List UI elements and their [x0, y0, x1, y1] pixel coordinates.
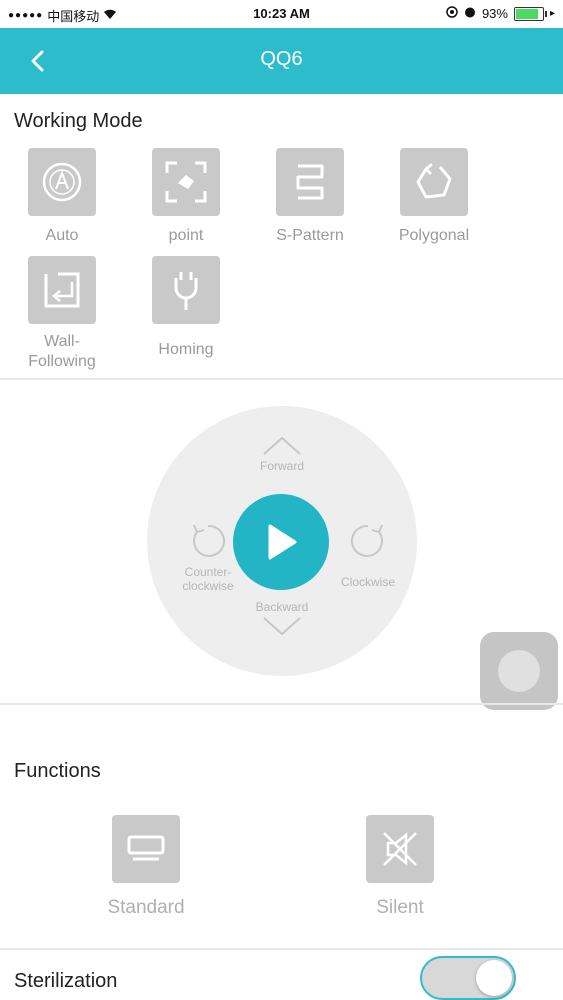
- mode-label: Wall- Following: [28, 333, 96, 370]
- chevron-up-icon: [263, 436, 301, 455]
- standard-icon: [112, 815, 180, 883]
- mode-polygonal[interactable]: Polygonal: [379, 148, 489, 246]
- point-icon: [152, 148, 220, 216]
- homing-icon: [152, 256, 220, 324]
- wall-following-icon: [28, 256, 96, 324]
- toggle-knob: [476, 960, 512, 996]
- mode-label: Auto: [45, 227, 79, 244]
- status-right: 93% ▸: [446, 6, 555, 21]
- clockwise-label: Clockwise: [340, 575, 395, 589]
- forward-label: Forward: [259, 459, 304, 473]
- assistive-touch-button[interactable]: [480, 632, 558, 710]
- silent-icon: [366, 815, 434, 883]
- backward-button[interactable]: Backward: [240, 600, 324, 639]
- rotate-left-icon: [193, 524, 226, 557]
- chevron-down-icon: [263, 617, 301, 636]
- mode-auto[interactable]: Auto: [7, 148, 117, 246]
- divider: [0, 948, 563, 950]
- location-icon: [446, 6, 458, 21]
- assistive-touch-icon: [498, 650, 540, 692]
- working-mode-title: Working Mode: [14, 110, 143, 132]
- mode-wall-following[interactable]: Wall- Following: [7, 256, 117, 372]
- play-icon: [268, 524, 297, 560]
- s-pattern-icon: [276, 148, 344, 216]
- mode-label: Homing: [158, 341, 214, 358]
- play-button[interactable]: [233, 494, 329, 590]
- functions-title: Functions: [14, 760, 101, 782]
- counterclockwise-label: Counter- clockwise: [182, 565, 234, 593]
- mode-label: point: [168, 227, 204, 244]
- battery-percent: 93%: [481, 6, 508, 21]
- mode-point[interactable]: point: [131, 148, 241, 246]
- mode-label: S-Pattern: [276, 227, 344, 244]
- mode-label: Polygonal: [398, 227, 470, 244]
- sterilization-toggle[interactable]: [420, 956, 516, 1000]
- battery-icon: [513, 6, 547, 21]
- sterilization-title: Sterilization: [14, 970, 118, 992]
- battery-fill: [515, 8, 539, 19]
- divider: [0, 378, 563, 380]
- function-label: Silent: [376, 897, 424, 918]
- mode-s-pattern[interactable]: S-Pattern: [255, 148, 365, 246]
- divider: [0, 703, 563, 705]
- clockwise-button[interactable]: Clockwise: [324, 520, 412, 589]
- function-silent[interactable]: Silent: [330, 815, 470, 919]
- alarm-icon: [464, 6, 476, 21]
- backward-label: Backward: [255, 600, 309, 614]
- auto-icon: [28, 148, 96, 216]
- status-bar: ●●●●● 中国移动 10:23 AM 93% ▸: [0, 0, 563, 28]
- nav-bar: QQ6: [0, 28, 563, 94]
- polygonal-icon: [400, 148, 468, 216]
- function-standard[interactable]: Standard: [76, 815, 216, 919]
- function-label: Standard: [107, 897, 185, 918]
- rotate-right-icon: [350, 524, 383, 557]
- charging-icon: ▸: [549, 8, 555, 19]
- page-title: QQ6: [260, 48, 303, 70]
- mode-homing[interactable]: Homing: [131, 256, 241, 360]
- forward-button[interactable]: Forward: [240, 436, 324, 473]
